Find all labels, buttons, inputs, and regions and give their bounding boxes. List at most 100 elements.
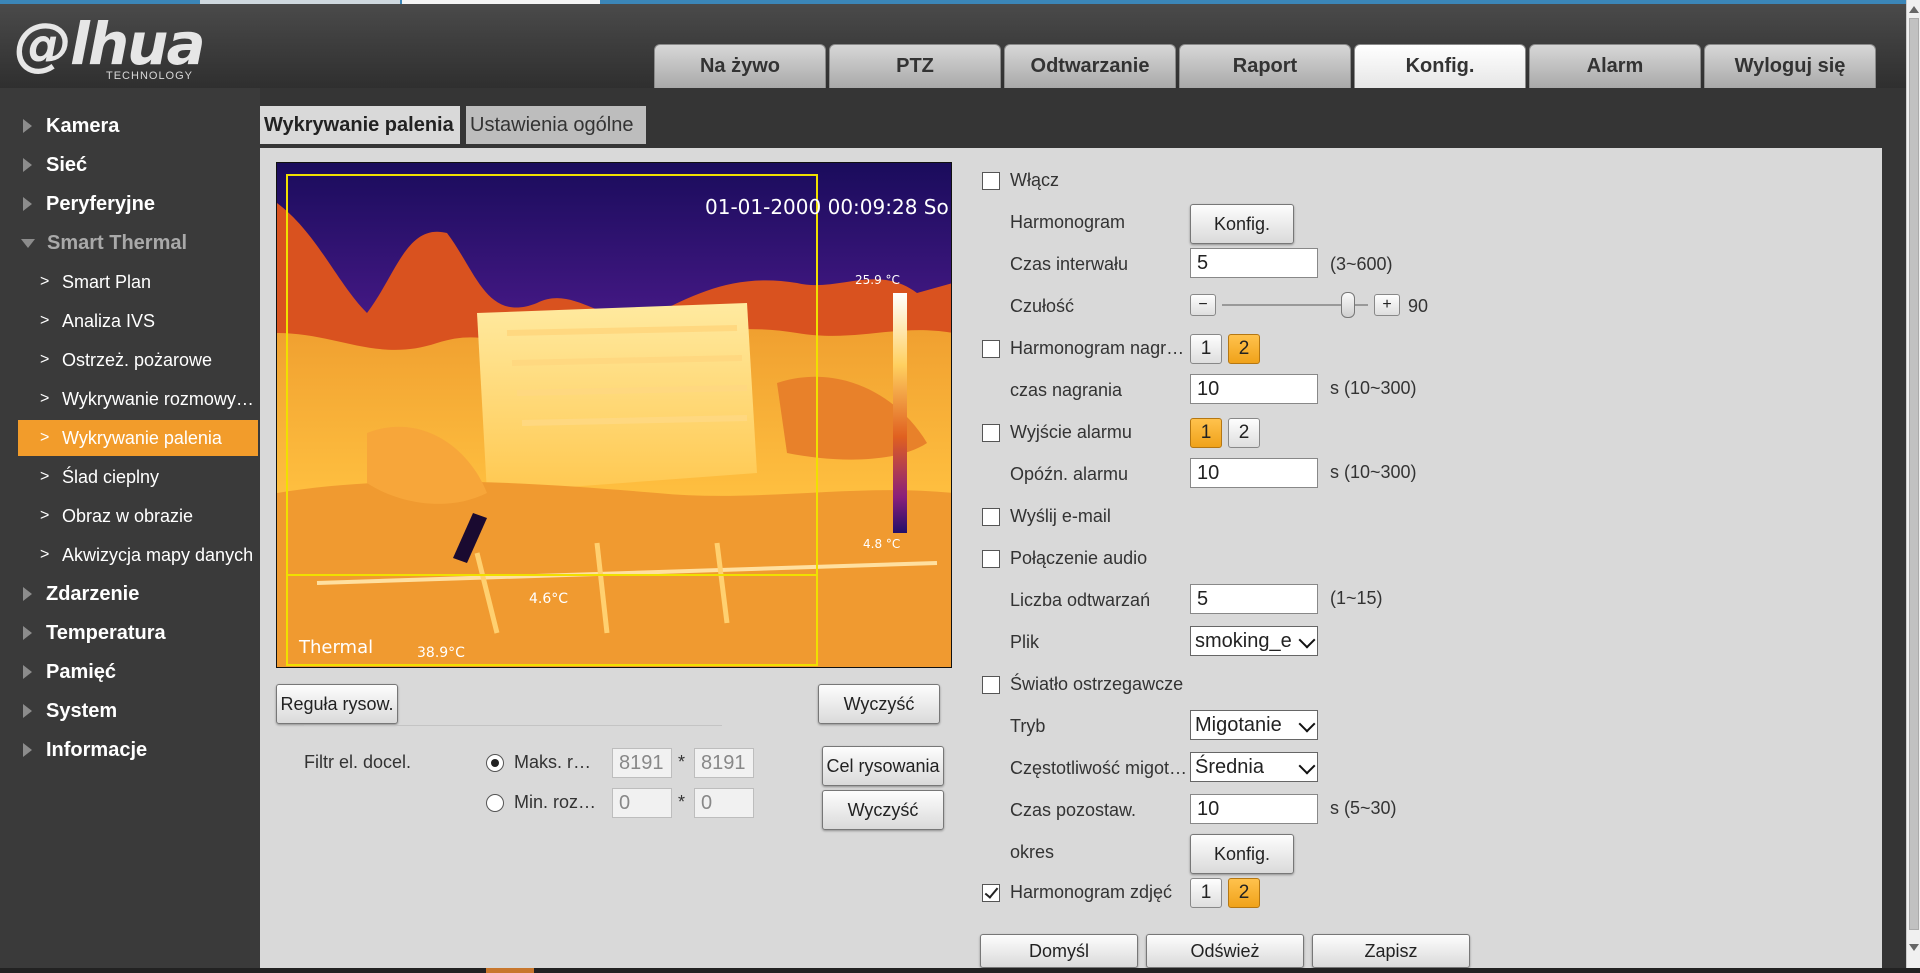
tab-playback[interactable]: Odtwarzanie [1004,44,1176,88]
snapshot-channel-1[interactable]: 1 [1190,878,1222,908]
sidebar-sub-fire-warning[interactable]: > Ostrzeż. pożarowe [18,342,258,378]
play-count-label: Liczba odtwarzań [1010,590,1151,610]
mode-label: Tryb [1010,716,1046,736]
alarm-output-1[interactable]: 1 [1190,418,1222,448]
draw-target-button[interactable]: Cel rysowania [822,746,944,786]
target-filter-label: Filtr el. docel. [304,752,412,772]
sidebar-sub-ivs[interactable]: > Analiza IVS [18,303,258,339]
alarm-delay-input[interactable]: 10 [1190,458,1318,488]
arrow-right-icon [23,197,32,211]
tab-report[interactable]: Raport [1179,44,1351,88]
sidebar-sub-data-map[interactable]: > Akwizycja mapy danych [18,537,258,573]
hold-time-label: Czas pozostaw. [1010,800,1137,820]
snapshot-schedule-checkbox[interactable] [982,884,1000,902]
sensitivity-decrease-button[interactable]: − [1190,294,1216,316]
page-scrollbar[interactable] [1906,0,1920,968]
main-tabs: Na żywo PTZ Odtwarzanie Raport Konfig. A… [654,44,1876,90]
default-button[interactable]: Domyśl [980,934,1138,968]
hold-time-input[interactable]: 10 [1190,794,1318,824]
period-config-button[interactable]: Konfig. [1190,834,1294,874]
tab-ptz[interactable]: PTZ [829,44,1001,88]
file-select[interactable]: smoking_e [1190,626,1318,656]
mode-select[interactable]: Migotanie [1190,710,1318,740]
record-channel-1[interactable]: 1 [1190,334,1222,364]
tab-alarm[interactable]: Alarm [1529,44,1701,88]
tab-logout[interactable]: Wyloguj się [1704,44,1876,88]
schedule-config-button[interactable]: Konfig. [1190,204,1294,244]
spot-temp-2: 38.9°C [417,645,465,661]
blink-frequency-select[interactable]: Średnia [1190,752,1318,782]
arrow-right-icon [23,626,32,640]
max-size-label: Maks. r… [514,752,592,772]
subtab-general-settings[interactable]: Ustawienia ogólne [466,106,646,144]
scroll-down-icon[interactable] [1909,944,1919,951]
sidebar-item-network[interactable]: Sieć [0,146,260,184]
record-schedule-checkbox[interactable] [982,340,1000,358]
min-size-label: Min. roz… [514,792,597,812]
subtab-smoking-detection[interactable]: Wykrywanie palenia [260,106,460,144]
record-time-input[interactable]: 10 [1190,374,1318,404]
sidebar-item-event[interactable]: Zdarzenie [0,575,260,613]
channel-name: Thermal [299,637,374,658]
alarm-output-2[interactable]: 2 [1228,418,1260,448]
chevron-right-icon: > [40,546,50,563]
logo-sub: TECHNOLOGY [106,70,194,82]
sidebar-sub-call-detection[interactable]: > Wykrywanie rozmowy… [18,381,258,417]
interval-input[interactable]: 5 [1190,248,1318,278]
times-sign-2: * [678,792,686,812]
min-width-input[interactable]: 0 [612,788,672,818]
min-height-input[interactable]: 0 [694,788,754,818]
sidebar-item-temperature[interactable]: Temperatura [0,614,260,652]
sidebar-sub-smart-plan[interactable]: > Smart Plan [18,264,258,300]
record-channel-2[interactable]: 2 [1228,334,1260,364]
sidebar-sub-pip[interactable]: > Obraz w obrazie [18,498,258,534]
draw-rule-button[interactable]: Reguła rysow. [276,684,398,724]
times-sign: * [678,752,686,772]
enable-label: Włącz [1010,170,1059,190]
sensitivity-increase-button[interactable]: + [1374,294,1400,316]
scrollbar-thumb[interactable] [1909,18,1919,930]
enable-checkbox[interactable] [982,172,1000,190]
tab-setup[interactable]: Konfig. [1354,44,1526,88]
sidebar-item-smart-thermal[interactable]: Smart Thermal [0,224,260,262]
blink-frequency-label: Częstotliwość migot… [1010,758,1188,778]
sidebar-item-peripheral[interactable]: Peryferyjne [0,185,260,223]
max-width-input[interactable]: 8191 [612,748,672,778]
sensitivity-slider-thumb[interactable] [1340,292,1355,318]
alarm-delay-range: s (10~300) [1330,462,1417,482]
tab-live[interactable]: Na żywo [654,44,826,88]
arrow-right-icon [23,158,32,172]
sidebar-item-system[interactable]: System [0,692,260,730]
sidebar-item-storage[interactable]: Pamięć [0,653,260,691]
warning-light-checkbox[interactable] [982,676,1000,694]
sidebar-item-info[interactable]: Informacje [0,731,260,769]
thermal-image [277,163,951,667]
max-size-radio[interactable] [486,754,504,772]
audio-label: Połączenie audio [1010,548,1148,568]
arrow-right-icon [23,743,32,757]
refresh-button[interactable]: Odśwież [1146,934,1304,968]
sidebar-sub-smoking-detection[interactable]: > Wykrywanie palenia [18,420,258,456]
app-window: @lhua TECHNOLOGY Na żywo PTZ Odtwarzanie… [0,0,1920,973]
video-timestamp: 01-01-2000 00:09:28 So [705,195,949,219]
scale-max-label: 25.9 °C [855,273,900,287]
sidebar-sub-heat-trace[interactable]: > Ślad cieplny [18,459,258,495]
play-count-input[interactable]: 5 [1190,584,1318,614]
save-button[interactable]: Zapisz [1312,934,1470,968]
clear-target-button[interactable]: Wyczyść [822,790,944,830]
sidebar-nav: Kamera Sieć Peryferyjne Smart Thermal > S… [0,88,260,968]
send-email-checkbox[interactable] [982,508,1000,526]
scale-min-label: 4.8 °C [863,537,901,551]
alarm-delay-label: Opóźn. alarmu [1010,464,1129,484]
thermal-video-preview[interactable]: 01-01-2000 00:09:28 So 25.9 °C 4.8 °C 4.… [276,162,952,668]
spot-temp-1: 4.6°C [529,591,569,607]
clear-button[interactable]: Wyczyść [818,684,940,724]
sidebar-item-camera[interactable]: Kamera [0,107,260,145]
scroll-up-icon[interactable] [1909,6,1919,13]
separator-line [304,725,722,726]
alarm-output-checkbox[interactable] [982,424,1000,442]
max-height-input[interactable]: 8191 [694,748,754,778]
audio-checkbox[interactable] [982,550,1000,568]
min-size-radio[interactable] [486,794,504,812]
snapshot-channel-2[interactable]: 2 [1228,878,1260,908]
